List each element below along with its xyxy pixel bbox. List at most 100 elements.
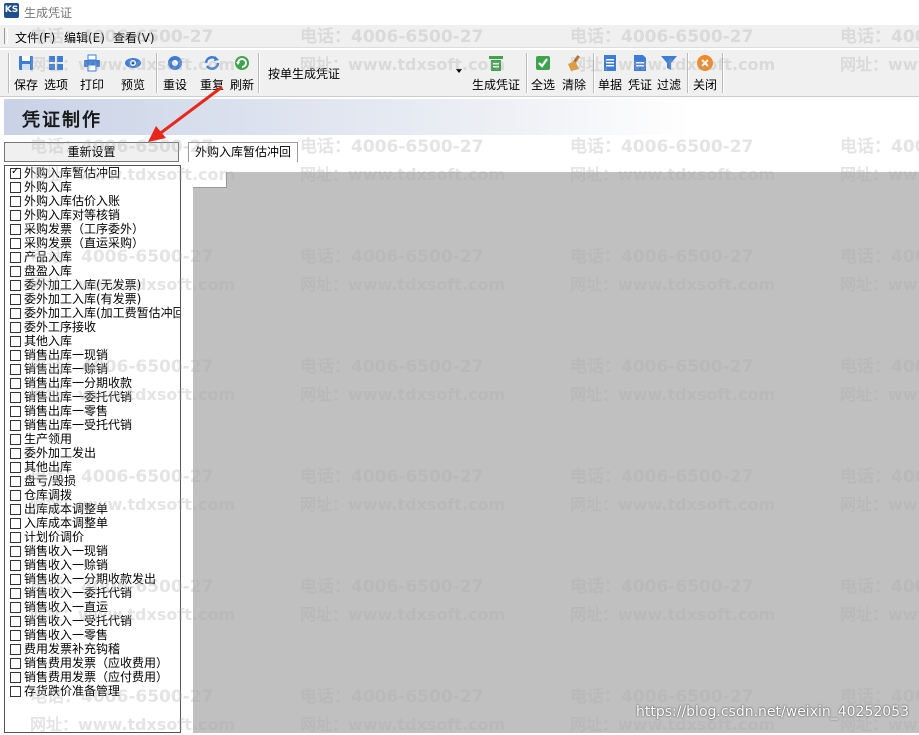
checkbox[interactable] [10, 392, 21, 403]
checkbox[interactable] [10, 532, 21, 543]
checkbox[interactable] [10, 350, 21, 361]
menu-file[interactable]: 文件(F) [15, 29, 55, 46]
repeat-button[interactable]: 重复 [199, 52, 225, 94]
checkbox[interactable] [10, 490, 21, 501]
checkbox[interactable] [10, 406, 21, 417]
checkbox[interactable] [10, 182, 21, 193]
checkbox[interactable] [10, 504, 21, 515]
list-item[interactable]: 存货跌价准备管理 [5, 684, 180, 698]
checkbox[interactable] [10, 196, 21, 207]
list-item[interactable]: 委外加工入库(无发票) [5, 278, 180, 292]
checkbox[interactable] [10, 322, 21, 333]
list-item[interactable]: 销售收入一零售 [5, 628, 180, 642]
save-button[interactable]: 保存 [14, 52, 38, 94]
list-item[interactable]: 其他出库 [5, 460, 180, 474]
checkbox[interactable] [10, 434, 21, 445]
list-item[interactable]: 委外工序接收 [5, 320, 180, 334]
checkbox[interactable] [10, 448, 21, 459]
list-item[interactable]: 销售收入一委托代销 [5, 586, 180, 600]
list-item[interactable]: 计划价调价 [5, 530, 180, 544]
list-item[interactable]: 其他入库 [5, 334, 180, 348]
checkbox[interactable] [10, 560, 21, 571]
list-item[interactable]: 销售出库一受托代销 [5, 418, 180, 432]
checkbox[interactable] [10, 252, 21, 263]
checkbox[interactable] [10, 210, 21, 221]
select-all-button[interactable]: 全选 [530, 52, 556, 94]
checkbox[interactable] [10, 336, 21, 347]
checkbox[interactable] [10, 686, 21, 697]
checkbox[interactable] [10, 616, 21, 627]
list-item[interactable]: 委外加工入库(有发票) [5, 292, 180, 306]
list-item[interactable]: 外购入库估价入账 [5, 194, 180, 208]
list-item[interactable]: 销售出库一分期收款 [5, 376, 180, 390]
list-item[interactable]: 委外加工入库(加工费暂估冲回 [5, 306, 180, 320]
checkbox[interactable] [10, 364, 21, 375]
clear-button[interactable]: 清除 [561, 52, 587, 94]
checkbox[interactable] [10, 224, 21, 235]
checkbox[interactable] [10, 462, 21, 473]
checkbox[interactable] [10, 546, 21, 557]
list-item[interactable]: 生产领用 [5, 432, 180, 446]
list-item[interactable]: 采购发票（直运采购） [5, 236, 180, 250]
list-item[interactable]: 销售收入一受托代销 [5, 614, 180, 628]
voucher-button[interactable]: 凭证 [627, 52, 653, 94]
list-item[interactable]: 销售收入一直运 [5, 600, 180, 614]
list-item[interactable]: 销售费用发票（应付费用） [5, 670, 180, 684]
checkbox[interactable] [10, 378, 21, 389]
list-item[interactable]: 销售收入一分期收款发出 [5, 572, 180, 586]
list-item[interactable]: 销售出库一现销 [5, 348, 180, 362]
refresh-button[interactable]: 刷新 [229, 52, 255, 94]
voucher-grid[interactable] [193, 172, 919, 733]
list-item[interactable]: 委外加工发出 [5, 446, 180, 460]
filter-button[interactable]: 过滤 [656, 52, 682, 94]
list-item[interactable]: 外购入库 [5, 180, 180, 194]
checkbox[interactable] [10, 602, 21, 613]
list-item[interactable]: 费用发票补充钩稽 [5, 642, 180, 656]
checkbox[interactable] [10, 588, 21, 599]
list-item[interactable]: 销售出库一零售 [5, 404, 180, 418]
checkbox[interactable] [10, 294, 21, 305]
list-item[interactable]: 出库成本调整单 [5, 502, 180, 516]
checkbox[interactable] [10, 630, 21, 641]
checkbox[interactable] [10, 476, 21, 487]
checkbox[interactable] [10, 238, 21, 249]
checkbox[interactable] [10, 308, 21, 319]
menu-view[interactable]: 查看(V) [113, 29, 155, 46]
list-item[interactable]: 外购入库对等核销 [5, 208, 180, 222]
list-item[interactable]: 销售费用发票（应收费用） [5, 656, 180, 670]
options-button[interactable]: 选项 [43, 52, 69, 94]
grid-corner-cell[interactable] [193, 172, 227, 188]
list-item[interactable]: 入库成本调整单 [5, 516, 180, 530]
list-item-label: 委外工序接收 [24, 320, 97, 334]
list-item[interactable]: 仓库调拨 [5, 488, 180, 502]
reset-settings-button[interactable]: 重新设置 [4, 142, 179, 162]
generate-mode-select[interactable]: 按单生成凭证 [264, 62, 466, 82]
checkbox[interactable] [10, 672, 21, 683]
close-button[interactable]: 关闭 [692, 52, 718, 94]
reset-toolbar-button[interactable]: 重设 [162, 52, 188, 94]
list-item[interactable]: 盘亏/毁损 [5, 474, 180, 488]
document-button[interactable]: 单据 [597, 52, 623, 94]
checkbox[interactable] [10, 644, 21, 655]
checkbox[interactable] [10, 420, 21, 431]
checkbox[interactable] [10, 166, 21, 179]
list-item[interactable]: 销售出库一赊销 [5, 362, 180, 376]
generate-voucher-button[interactable]: 生成凭证 [471, 52, 521, 94]
preview-button[interactable]: 预览 [120, 52, 146, 94]
checkbox[interactable] [10, 280, 21, 291]
checkbox[interactable] [10, 266, 21, 277]
list-item[interactable]: 销售出库一委托代销 [5, 390, 180, 404]
list-item[interactable]: 销售收入一现销 [5, 544, 180, 558]
list-item[interactable]: 盘盈入库 [5, 264, 180, 278]
list-item-label: 存货跌价准备管理 [24, 684, 121, 698]
list-item[interactable]: 外购入库暂估冲回 [5, 166, 180, 180]
checkbox[interactable] [10, 574, 21, 585]
tab-purchase-reversal[interactable]: 外购入库暂估冲回 [188, 142, 299, 162]
menu-edit[interactable]: 编辑(E) [64, 29, 105, 46]
print-button[interactable]: 打印 [79, 52, 105, 94]
list-item[interactable]: 销售收入一赊销 [5, 558, 180, 572]
checkbox[interactable] [10, 518, 21, 529]
list-item[interactable]: 产品入库 [5, 250, 180, 264]
checkbox[interactable] [10, 658, 21, 669]
list-item[interactable]: 采购发票（工序委外） [5, 222, 180, 236]
